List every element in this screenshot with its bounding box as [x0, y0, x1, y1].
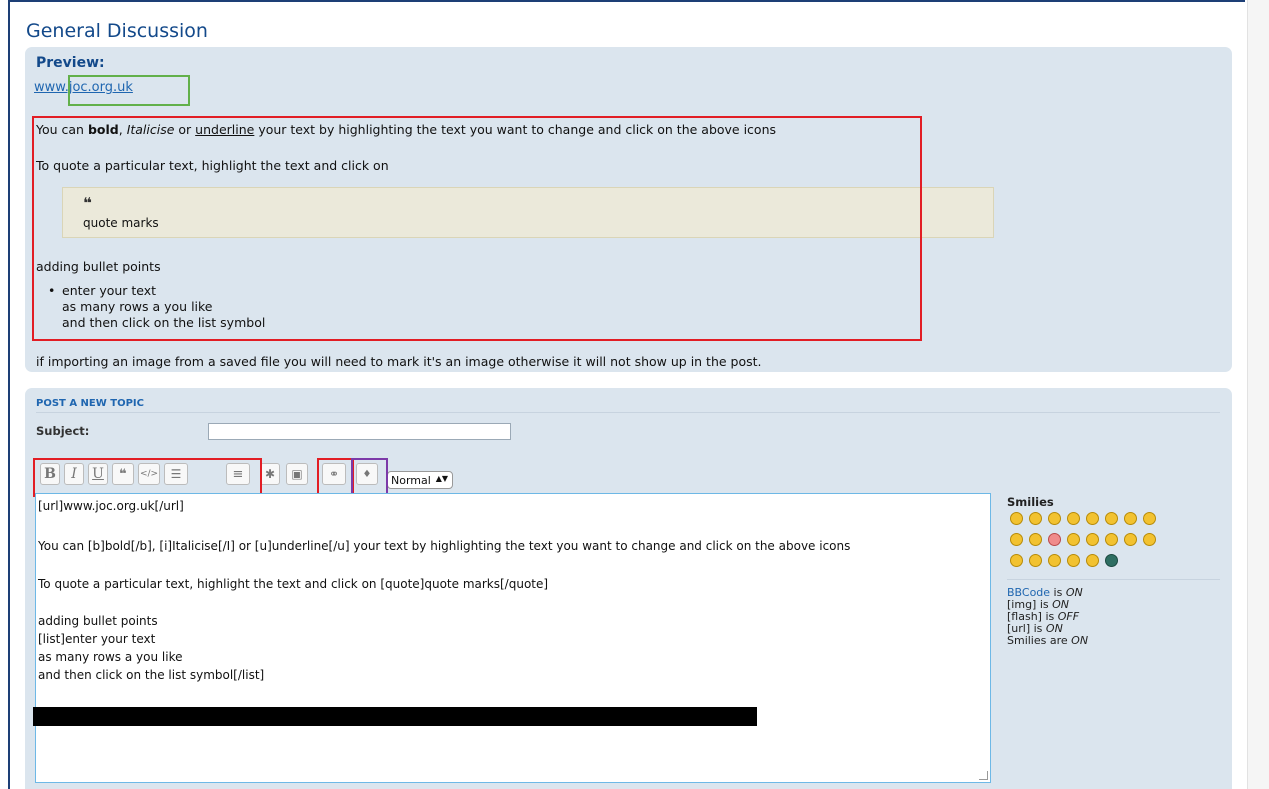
link-button[interactable]: ⚭	[322, 463, 346, 485]
list-item-button[interactable]: ✱	[260, 463, 280, 485]
smilies-title: Smilies	[1007, 495, 1054, 509]
smilies-status: Smilies are ON	[1007, 634, 1088, 647]
smiley-icon[interactable]	[1086, 554, 1099, 567]
smiley-icon[interactable]	[1010, 512, 1023, 525]
smiley-icon[interactable]	[1048, 533, 1061, 546]
quote-button[interactable]: ❝	[112, 463, 134, 485]
preview-formatting-line: You can bold, Italicise or underline you…	[36, 122, 776, 137]
preview-text: your text by highlighting the text you w…	[254, 122, 777, 137]
bullet-text: and then click on the list symbol	[62, 315, 266, 330]
preview-image-note: if importing an image from a saved file …	[36, 354, 762, 369]
bullet-text: as many rows a you like	[62, 299, 213, 314]
smiley-icon[interactable]	[1067, 554, 1080, 567]
post-section-title: POST A NEW TOPIC	[36, 398, 144, 409]
smiley-icon[interactable]	[1105, 554, 1118, 567]
bullet-list-button[interactable]: ☰	[164, 463, 188, 485]
subject-label: Subject:	[36, 424, 90, 438]
editor-line: [list]enter your text	[38, 632, 156, 646]
font-size-value: Normal	[391, 473, 431, 487]
smiley-icon[interactable]	[1124, 533, 1137, 546]
bullet-dot-icon: •	[48, 283, 56, 298]
bold-button[interactable]: B	[40, 463, 60, 485]
preview-bold-text: bold	[87, 122, 119, 137]
message-editor[interactable]: [url]www.joc.org.uk[/url] You can [b]bol…	[33, 493, 991, 783]
editor-line: You can [b]bold[/b], [i]Italicise[/I] or…	[38, 539, 851, 553]
color-button[interactable]: ♦	[356, 463, 378, 485]
quote-icon: ❝	[83, 194, 92, 212]
smiley-icon[interactable]	[1067, 533, 1080, 546]
editor-line: [url]www.joc.org.uk[/url]	[38, 499, 184, 513]
scrollbar-gutter[interactable]	[1247, 0, 1269, 789]
smiley-icon[interactable]	[1124, 512, 1137, 525]
page-title: General Discussion	[26, 20, 208, 42]
smiley-icon[interactable]	[1029, 554, 1042, 567]
font-size-select[interactable]: Normal ▲▼	[387, 471, 453, 489]
smiley-icon[interactable]	[1105, 533, 1118, 546]
preview-bullet-heading: adding bullet points	[36, 259, 161, 274]
preview-underline-text: underline	[195, 122, 255, 137]
smiley-icon[interactable]	[1086, 533, 1099, 546]
underline-button[interactable]: U	[88, 463, 108, 485]
editor-line: and then click on the list symbol[/list]	[38, 668, 265, 682]
preview-label: Preview:	[36, 55, 105, 71]
smiley-icon[interactable]	[1029, 533, 1042, 546]
code-button[interactable]: </>	[138, 463, 160, 485]
smiley-icon[interactable]	[1048, 554, 1061, 567]
resize-handle-icon[interactable]	[979, 771, 988, 780]
bullet-text: enter your text	[62, 283, 157, 298]
italic-button[interactable]: I	[64, 463, 84, 485]
preview-url-link[interactable]: www.joc.org.uk	[34, 80, 133, 95]
quote-text: quote marks	[83, 216, 159, 230]
smiley-icon[interactable]	[1067, 512, 1080, 525]
numbered-list-button[interactable]: ≡	[226, 463, 250, 485]
preview-text: You can	[36, 122, 88, 137]
smiley-icon[interactable]	[1086, 512, 1099, 525]
smiley-icon[interactable]	[1105, 512, 1118, 525]
divider	[36, 412, 1220, 413]
status-value: ON	[1071, 634, 1089, 647]
bullet-item: as many rows a you like	[52, 299, 265, 315]
redaction-bar	[33, 707, 757, 726]
editor-line: as many rows a you like	[38, 650, 183, 664]
editor-line: To quote a particular text, highlight th…	[38, 577, 549, 591]
preview-italic-text: Italicise	[126, 122, 175, 137]
preview-bullet-list: • enter your text as many rows a you like…	[48, 283, 265, 331]
bullet-item: • enter your text	[48, 283, 265, 299]
status-text: Smilies are	[1007, 634, 1072, 647]
window-top-border	[8, 0, 1245, 2]
smiley-icon[interactable]	[1143, 512, 1156, 525]
editor-line: adding bullet points	[38, 614, 158, 628]
preview-quote-instruction: To quote a particular text, highlight th…	[36, 158, 389, 173]
smiley-icon[interactable]	[1143, 533, 1156, 546]
window-left-border	[8, 0, 10, 789]
preview-quote-block: ❝ quote marks	[62, 187, 994, 238]
divider	[1007, 579, 1220, 580]
preview-text: or	[174, 122, 196, 137]
image-button[interactable]: ▣	[286, 463, 308, 485]
smiley-icon[interactable]	[1010, 533, 1023, 546]
preview-text: ,	[118, 122, 127, 137]
select-arrows-icon: ▲▼	[435, 474, 448, 483]
bullet-item: and then click on the list symbol	[52, 315, 265, 331]
subject-input[interactable]	[208, 423, 511, 440]
smiley-icon[interactable]	[1048, 512, 1061, 525]
smiley-icon[interactable]	[1029, 512, 1042, 525]
smiley-icon[interactable]	[1010, 554, 1023, 567]
